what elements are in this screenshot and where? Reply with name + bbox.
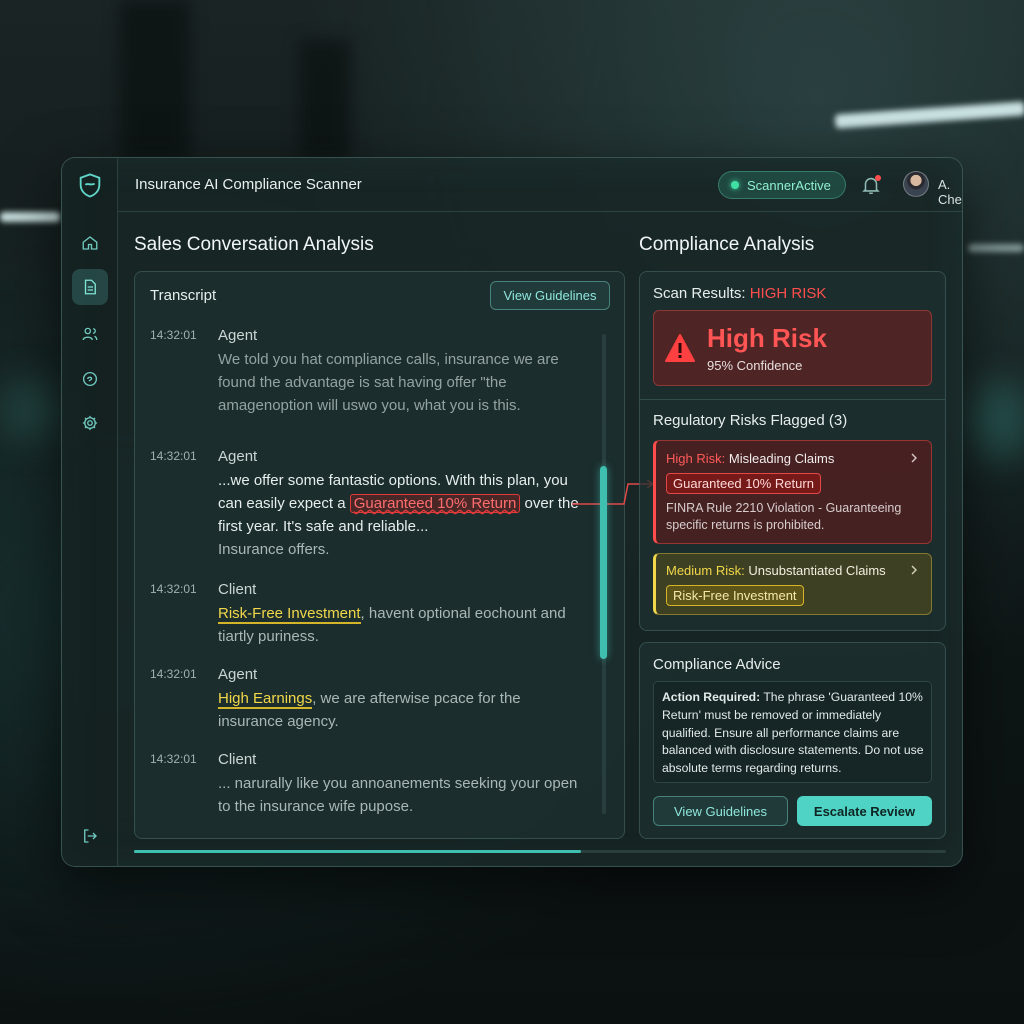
flagged-phrase-high-earnings[interactable]: High Earnings <box>218 690 313 709</box>
warning-icon <box>665 334 695 362</box>
message-time: 14:32:01 <box>150 582 197 596</box>
notifications-button[interactable] <box>860 174 882 196</box>
background-column <box>120 0 190 160</box>
risk-item-heading: Medium Risk: Unsubstantiated Claims <box>666 563 886 578</box>
risk-item-heading: High Risk: Misleading Claims <box>666 451 834 466</box>
scan-results-value: HIGH RISK <box>749 285 827 302</box>
escalate-review-button[interactable]: Escalate Review <box>797 796 932 826</box>
ceiling-light <box>968 244 1024 252</box>
chat-icon <box>82 371 98 387</box>
message-speaker: Client <box>218 581 257 598</box>
document-icon <box>84 279 96 295</box>
scan-results-label: Scan Results: <box>653 285 750 302</box>
risk-name: Misleading Claims <box>725 451 835 466</box>
scan-results-title: Scan Results: HIGH RISK <box>653 285 826 302</box>
message-text: Risk-Free Investment, havent optional eo… <box>218 602 578 648</box>
message-time: 14:32:01 <box>150 667 197 681</box>
gear-icon <box>82 415 98 431</box>
background-column <box>300 40 350 160</box>
message-text-flagged: ...we offer some fantastic options. With… <box>218 469 588 561</box>
flagged-phrase-guaranteed-return[interactable]: Guaranteed 10% Return <box>349 494 521 513</box>
sidebar-item-messages[interactable] <box>72 361 108 397</box>
risk-name: Unsubstantiated Claims <box>744 563 886 578</box>
transcript-title: Transcript <box>150 287 217 304</box>
flagged-phrase-risk-free[interactable]: Risk-Free Investment <box>218 605 361 624</box>
logout-icon <box>84 829 97 843</box>
scan-progress-bar <box>134 850 946 853</box>
sidebar-item-documents[interactable] <box>72 269 108 305</box>
risk-level-title: High Risk <box>707 323 827 353</box>
advice-text: Action Required: The phrase 'Guaranteed … <box>662 689 928 778</box>
risk-tag-risk-free: Risk-Free Investment <box>666 585 804 606</box>
notification-dot <box>875 175 881 181</box>
ceiling-light <box>0 212 60 222</box>
sidebar-item-logout[interactable] <box>72 818 108 854</box>
chevron-right-icon <box>911 565 917 575</box>
risk-confidence: 95% Confidence <box>707 358 803 373</box>
home-icon <box>82 236 98 250</box>
top-bar: Insurance AI Compliance Scanner ScannerA… <box>118 158 962 212</box>
app-title: Insurance AI Compliance Scanner <box>135 176 362 193</box>
message-time: 14:32:01 <box>150 328 197 342</box>
message-text: We told you hat compliance calls, insura… <box>218 351 559 414</box>
users-icon <box>82 327 98 341</box>
sidebar-item-settings[interactable] <box>72 405 108 441</box>
risk-tag-guaranteed: Guaranteed 10% Return <box>666 473 821 494</box>
message-text: High Earnings, we are afterwise pcace fo… <box>218 687 578 733</box>
message-speaker: Client <box>218 751 257 768</box>
compliance-analysis-heading: Compliance Analysis <box>639 234 815 255</box>
background-glow <box>0 380 60 440</box>
message-speaker: Agent <box>218 327 258 344</box>
message-time: 14:32:01 <box>150 449 197 463</box>
message-speaker: Agent <box>218 448 258 465</box>
risk-level-label: High Risk: <box>666 451 726 466</box>
message-speaker: Agent <box>218 666 258 683</box>
compliance-advice-title: Compliance Advice <box>653 656 781 673</box>
scanner-status-label: ScannerActive <box>747 177 831 193</box>
sidebar-item-users[interactable] <box>72 316 108 352</box>
risk-level-label: Medium Risk: <box>666 563 745 578</box>
chevron-right-icon <box>911 453 917 463</box>
message-text: ... narurally like you annoanements seek… <box>218 775 578 815</box>
regulatory-risks-title: Regulatory Risks Flagged (3) <box>653 412 848 429</box>
scanner-status-badge[interactable]: ScannerActive <box>718 171 846 199</box>
view-guidelines-button-top[interactable]: View Guidelines <box>490 281 610 310</box>
user-avatar[interactable] <box>903 171 929 197</box>
user-name[interactable]: A. Chen <box>938 177 962 207</box>
risk-description: FINRA Rule 2210 Violation - Guaranteeing… <box>666 501 902 532</box>
status-dot-icon <box>731 181 739 189</box>
scan-progress-fill <box>134 850 581 853</box>
sidebar-item-home[interactable] <box>72 225 108 261</box>
sales-analysis-heading: Sales Conversation Analysis <box>134 234 374 255</box>
shield-logo-icon <box>76 172 104 200</box>
background-glow <box>970 380 1024 460</box>
advice-lead: Action Required: <box>662 690 761 704</box>
ceiling-light <box>834 101 1024 129</box>
view-guidelines-button[interactable]: View Guidelines <box>653 796 788 826</box>
divider <box>640 399 945 400</box>
message-time: 14:32:01 <box>150 752 197 766</box>
message-text-tail: Insurance offers. <box>218 541 330 558</box>
sidebar <box>62 158 118 866</box>
transcript-scrollbar-thumb[interactable] <box>600 466 607 659</box>
